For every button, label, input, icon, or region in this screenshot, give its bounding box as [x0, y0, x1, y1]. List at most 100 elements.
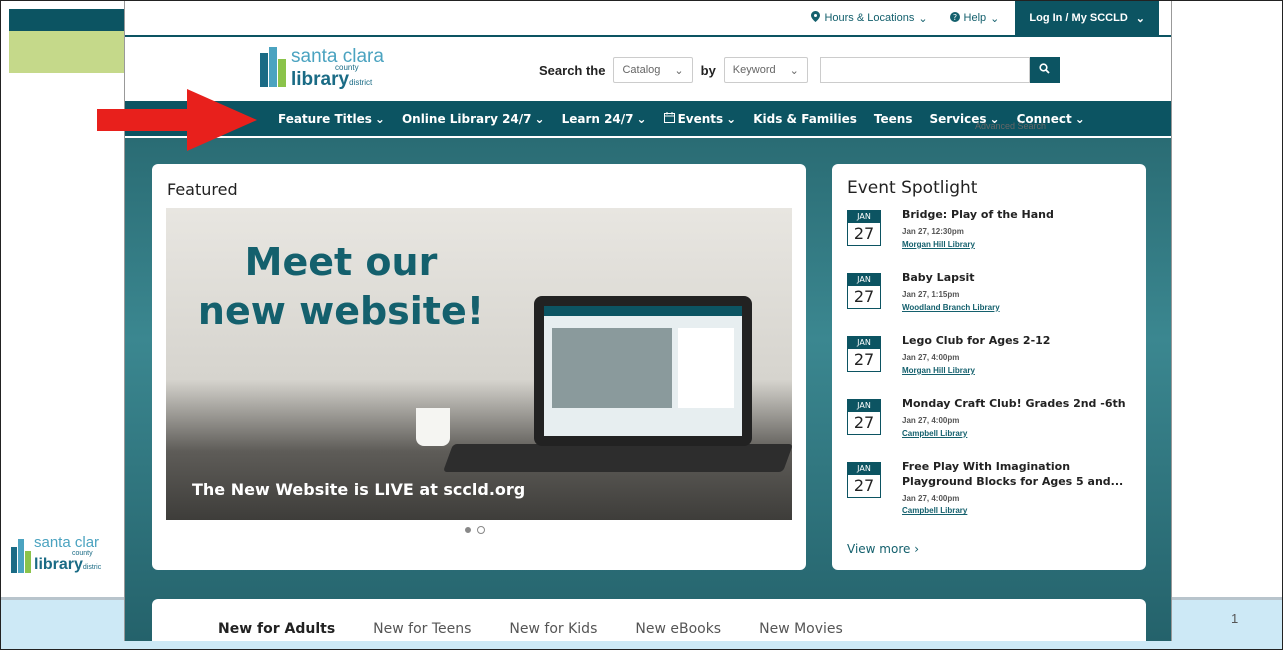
laptop-screen-image — [544, 306, 742, 436]
laptop-base-image — [442, 444, 792, 472]
hero-caption: The New Website is LIVE at sccld.org — [192, 480, 526, 499]
event-title[interactable]: Lego Club for Ages 2-12 — [902, 334, 1132, 349]
tab-new-teens[interactable]: New for Teens — [373, 621, 471, 641]
event-title[interactable]: Free Play With Imagination Playground Bl… — [902, 460, 1132, 490]
slide-number: 1 — [1231, 611, 1239, 626]
nav-label: Teens — [873, 111, 913, 126]
chevron-down-icon: ⌄ — [1074, 111, 1085, 126]
hours-locations-label: Hours & Locations — [824, 12, 915, 24]
event-location-link[interactable]: Morgan Hill Library — [902, 240, 1132, 251]
logo-line3: library — [291, 69, 350, 90]
event-day: 27 — [848, 286, 880, 308]
tab-new-ebooks[interactable]: New eBooks — [635, 621, 721, 641]
chevron-down-icon: ⌄ — [918, 12, 928, 25]
hero-title-line1: Meet our — [244, 240, 438, 284]
hours-locations-link[interactable]: Hours & Locations ⌄ — [811, 11, 928, 25]
event-date: Jan 27, 4:00pm — [902, 493, 960, 503]
event-date: Jan 27, 4:00pm — [902, 415, 960, 425]
coffee-mug-image — [416, 408, 450, 446]
spotlight-heading: Event Spotlight — [847, 178, 978, 198]
nav-label: Online Library 24/7 — [401, 111, 532, 126]
search-bar: Search the Catalog ⌄ by Keyword ⌄ — [539, 57, 1060, 83]
event-date: Jan 27, 1:15pm — [902, 289, 960, 299]
svg-text:?: ? — [952, 13, 956, 22]
featured-heading: Featured — [167, 180, 238, 199]
slide: 1 santa clar county librarydistric Hours… — [0, 0, 1283, 650]
website-screenshot: Hours & Locations ⌄ ? Help ⌄ Log In / My… — [124, 1, 1172, 641]
event-month: JAN — [848, 463, 880, 475]
search-button[interactable] — [1029, 57, 1060, 83]
nav-events[interactable]: Events ⌄ — [663, 111, 737, 126]
event-location-link[interactable]: Morgan Hill Library — [902, 366, 1132, 377]
logo-books-icon — [260, 47, 287, 87]
chevron-down-icon: ⌄ — [990, 12, 1000, 25]
nav-feature-titles[interactable]: Feature Titles ⌄ — [278, 112, 385, 126]
nav-label: Events — [677, 111, 724, 126]
search-scope-select[interactable]: Catalog ⌄ — [613, 57, 693, 83]
question-circle-icon: ? — [949, 11, 960, 25]
slide-logo-line3: library — [34, 556, 83, 573]
carousel-dot[interactable] — [477, 526, 485, 534]
site-logo[interactable]: santa clara county librarydistrict — [260, 47, 384, 89]
search-scope-value: Catalog — [622, 64, 661, 76]
tab-new-movies[interactable]: New Movies — [759, 621, 843, 641]
search-icon — [1039, 61, 1050, 79]
nav-learn[interactable]: Learn 24/7 ⌄ — [562, 112, 647, 126]
tab-new-kids[interactable]: New for Kids — [509, 621, 597, 641]
chevron-down-icon: ⌄ — [1135, 12, 1145, 25]
featured-panel: Featured Meet our new website! The New W… — [152, 164, 806, 570]
event-title[interactable]: Monday Craft Club! Grades 2nd -6th — [902, 397, 1132, 412]
event-spotlight-panel: Event Spotlight JAN 27 Bridge: Play of th… — [832, 164, 1146, 570]
login-button[interactable]: Log In / My SCCLD ⌄ — [1015, 1, 1159, 35]
event-date-badge: JAN 27 — [847, 336, 881, 372]
nav-label: Learn 24/7 — [561, 111, 634, 126]
laptop-image — [534, 296, 752, 446]
event-date: Jan 27, 12:30pm — [902, 226, 964, 236]
search-input[interactable] — [819, 57, 1030, 83]
logo-line3-small: district — [349, 78, 373, 87]
tab-new-adults[interactable]: New for Adults — [218, 621, 335, 641]
event-location-link[interactable]: Campbell Library — [902, 506, 1132, 517]
slide-library-logo: santa clar county librarydistric — [11, 535, 131, 579]
by-label: by — [700, 62, 716, 78]
event-month: JAN — [848, 211, 880, 223]
chevron-down-icon: ⌄ — [726, 111, 737, 126]
chevron-down-icon: ⌄ — [674, 64, 684, 77]
calendar-icon — [663, 111, 675, 126]
search-label: Search the — [539, 62, 606, 78]
slide-logo-line3-small: distric — [82, 564, 102, 571]
slide-logo-line1: santa clar — [34, 534, 100, 551]
search-field-value: Keyword — [732, 64, 776, 76]
hero-title-line2: new website! — [197, 289, 485, 334]
event-month: JAN — [848, 400, 880, 412]
utility-bar: Hours & Locations ⌄ ? Help ⌄ Log In / My… — [125, 1, 1171, 37]
event-location-link[interactable]: Campbell Library — [902, 429, 1132, 440]
event-title[interactable]: Baby Lapsit — [902, 271, 1132, 286]
featured-carousel-slide[interactable]: Meet our new website! The New Website is… — [166, 208, 792, 520]
event-day: 27 — [848, 475, 880, 497]
slide-decor-bar — [9, 9, 129, 31]
map-pin-icon — [811, 11, 821, 25]
help-label: Help — [963, 12, 987, 24]
event-location-link[interactable]: Woodland Branch Library — [902, 303, 1132, 314]
event-date-badge: JAN 27 — [847, 462, 881, 498]
event-day: 27 — [848, 349, 880, 371]
nav-kids-families[interactable]: Kids & Families — [753, 112, 857, 126]
red-arrow-icon — [97, 89, 257, 151]
advanced-search-link[interactable]: Advanced Search — [975, 121, 1046, 131]
site-header: santa clara county librarydistrict Searc… — [125, 37, 1171, 131]
nav-teens[interactable]: Teens — [874, 112, 913, 126]
chevron-down-icon: ⌄ — [374, 111, 385, 126]
search-field-select[interactable]: Keyword ⌄ — [723, 57, 808, 83]
chevron-down-icon: ⌄ — [789, 64, 799, 77]
hero-title: Meet our new website! — [196, 238, 486, 337]
view-more-link[interactable]: View more › — [847, 542, 919, 556]
event-title[interactable]: Bridge: Play of the Hand — [902, 208, 1132, 223]
carousel-dot[interactable] — [465, 527, 471, 533]
carousel-dots — [465, 526, 485, 534]
event-day: 27 — [848, 223, 880, 245]
nav-online-library[interactable]: Online Library 24/7 ⌄ — [402, 112, 545, 126]
help-link[interactable]: ? Help ⌄ — [949, 11, 1000, 25]
event-date-badge: JAN 27 — [847, 210, 881, 246]
event-month: JAN — [848, 274, 880, 286]
